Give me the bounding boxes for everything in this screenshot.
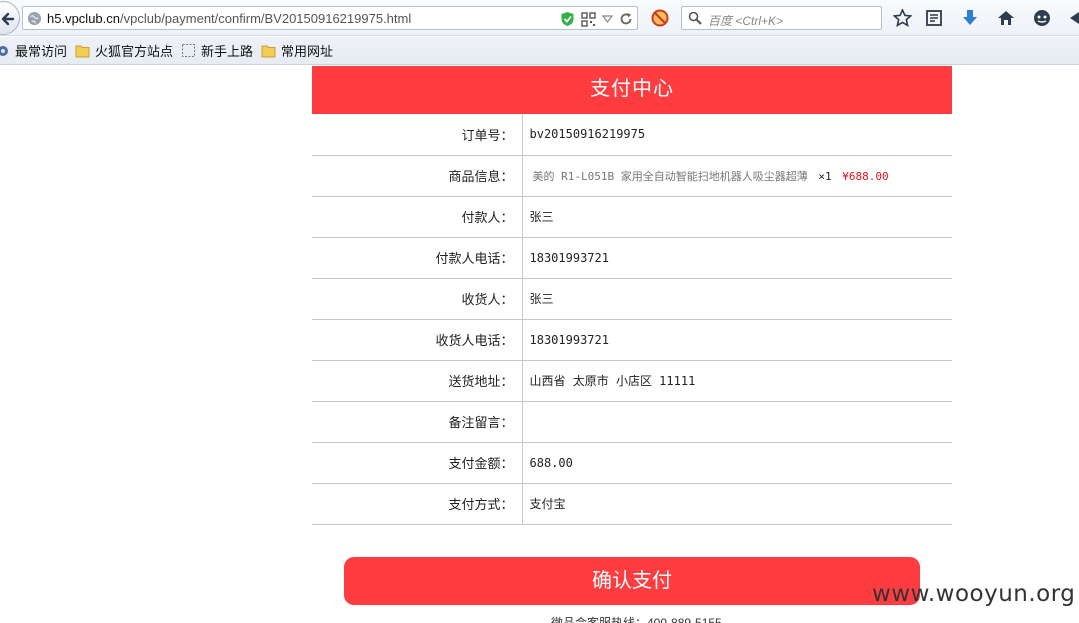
address-value: 山西省 太原市 小店区 11111 [529, 374, 696, 388]
table-row: 送货地址： 山西省 太原市 小店区 11111 [312, 360, 952, 401]
amount-value: 688.00 [529, 455, 573, 470]
page-title: 支付中心 [312, 66, 952, 114]
payment-method-label: 支付方式： [312, 483, 523, 524]
table-row: 付款人： 张三 [312, 196, 952, 237]
table-row: 支付金额： 688.00 [312, 442, 952, 483]
address-bar[interactable]: h5.vpclub.cn/vpclub/payment/confirm/BV20… [22, 6, 638, 30]
table-row: 备注留言： [312, 401, 952, 442]
product-info-label: 商品信息： [312, 155, 523, 196]
product-quantity: ×1 [818, 169, 832, 183]
url-text: h5.vpclub.cn/vpclub/payment/confirm/BV20… [47, 11, 411, 26]
bookmarks-menu-icon[interactable] [925, 9, 943, 27]
table-row: 商品信息： 美的 R1-L051B 家用全自动智能扫地机器人吸尘器超薄 ×1 ¥… [312, 155, 952, 196]
qr-code-icon[interactable] [581, 11, 596, 27]
url-host: h5.vpclub.cn [47, 11, 120, 26]
dashed-page-icon [182, 44, 196, 57]
order-number-value: bv20150916219975 [529, 127, 646, 142]
folder-icon [75, 45, 90, 58]
bookmark-firefox-official[interactable]: 火狐官方站点 [75, 41, 173, 60]
note-value [522, 401, 952, 442]
watermark: www.wooyun.org [872, 581, 1076, 607]
bookmark-label: 火狐官方站点 [95, 44, 174, 59]
back-button[interactable] [0, 1, 20, 35]
payer-phone-value: 18301993721 [529, 250, 609, 265]
note-label: 备注留言： [312, 401, 523, 442]
product-info-value: 美的 R1-L051B 家用全自动智能扫地机器人吸尘器超薄 ×1 ¥688.00 [522, 155, 952, 196]
globe-icon [27, 11, 42, 26]
bookmarks-toolbar: 最常访问 火狐官方站点 新手上路 常用网址 [0, 37, 1079, 65]
bookmark-label: 新手上路 [201, 44, 254, 59]
address-label: 送货地址： [312, 360, 523, 401]
receiver-phone-value: 18301993721 [529, 332, 609, 347]
noscript-icon[interactable] [651, 9, 669, 27]
folder-icon [261, 45, 276, 58]
gear-icon [0, 45, 8, 56]
payer-phone-label: 付款人电话： [312, 237, 523, 278]
url-path: /vpclub/payment/confirm/BV20150916219975… [120, 11, 412, 26]
order-info-table: 订单号： bv20150916219975 商品信息： 美的 R1-L051B … [312, 114, 952, 525]
home-icon[interactable] [997, 9, 1015, 27]
share-icon[interactable] [1068, 9, 1079, 27]
dropdown-arrow-icon[interactable] [602, 14, 613, 24]
bookmark-common-sites[interactable]: 常用网址 [261, 41, 333, 60]
payer-label: 付款人： [312, 196, 523, 237]
browser-toolbar: h5.vpclub.cn/vpclub/payment/confirm/BV20… [0, 0, 1079, 36]
bookmark-getting-started[interactable]: 新手上路 [181, 41, 253, 60]
bookmark-most-visited[interactable]: 最常访问 [0, 41, 67, 60]
chat-icon[interactable] [1033, 9, 1051, 27]
table-row: 收货人电话： 18301993721 [312, 319, 952, 360]
payment-method-value: 支付宝 [529, 497, 566, 511]
service-hotline: 微品会客服热线：400-889-5155 [551, 616, 722, 623]
product-price: ¥688.00 [842, 169, 889, 183]
reload-icon[interactable] [619, 12, 633, 26]
order-number-label: 订单号： [312, 114, 523, 155]
receiver-phone-label: 收货人电话： [312, 319, 523, 360]
search-bar[interactable]: 百度 <Ctrl+K> [681, 6, 882, 30]
receiver-label: 收货人： [312, 278, 523, 319]
bookmark-label: 常用网址 [281, 44, 334, 59]
shield-icon[interactable] [560, 11, 575, 27]
amount-label: 支付金额： [312, 442, 523, 483]
payer-value: 张三 [529, 210, 554, 224]
payment-page: 支付中心 订单号： bv20150916219975 商品信息： 美的 R1-L… [312, 66, 952, 525]
download-icon[interactable] [961, 9, 979, 27]
bookmark-label: 最常访问 [15, 44, 68, 59]
receiver-value: 张三 [529, 292, 554, 306]
search-placeholder: 百度 <Ctrl+K> [708, 14, 784, 28]
search-icon [688, 11, 702, 25]
confirm-payment-button[interactable]: 确认支付 [344, 557, 920, 605]
table-row: 支付方式： 支付宝 [312, 483, 952, 524]
bookmark-star-icon[interactable] [893, 9, 912, 27]
table-row: 订单号： bv20150916219975 [312, 114, 952, 155]
product-name: 美的 R1-L051B 家用全自动智能扫地机器人吸尘器超薄 [532, 169, 808, 183]
table-row: 收货人： 张三 [312, 278, 952, 319]
table-row: 付款人电话： 18301993721 [312, 237, 952, 278]
back-arrow-icon [1, 12, 15, 26]
